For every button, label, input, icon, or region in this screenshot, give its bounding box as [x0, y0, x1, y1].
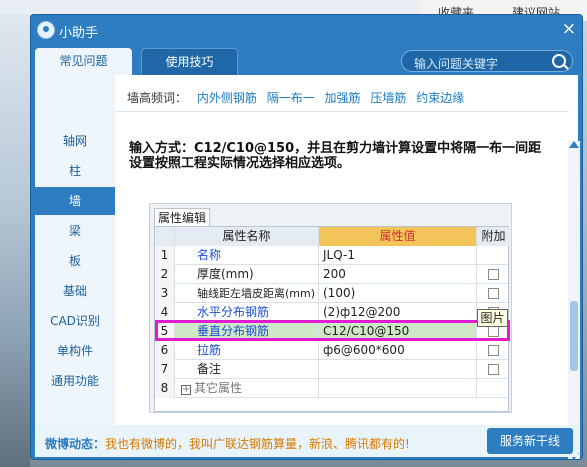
- table-row: 2 厚度(mm) 200: [155, 265, 510, 284]
- app-logo-icon: [37, 21, 55, 39]
- sidebar-item-beam[interactable]: 梁: [35, 217, 115, 245]
- sidebar-item-wall[interactable]: 墙: [35, 187, 115, 215]
- row-no: 2: [155, 265, 175, 284]
- row-name: 备注: [175, 360, 319, 379]
- sidebar: 轴网 柱 墙 梁 板 基础 CAD识别 单构件 通用功能: [35, 75, 115, 425]
- assistant-window: 小助手 × 常见问题 使用技巧 输入问题关键字 轴网 柱 墙 梁 板 基础 CA…: [30, 14, 583, 460]
- tab-tips[interactable]: 使用技巧: [141, 48, 238, 75]
- row-name: 轴线距左墙皮距离(mm): [175, 284, 319, 303]
- header-name: 属性名称: [175, 227, 319, 246]
- sidebar-item-general[interactable]: 通用功能: [35, 367, 115, 395]
- table-row: 7 备注: [155, 360, 510, 379]
- header-no: [155, 227, 175, 246]
- row-add: [477, 360, 510, 379]
- answer-content: 墙高频词： 内外侧钢筋 隔一布一 加强筋 压墙筋 约束边缘 输入方式：C12/C…: [115, 75, 578, 425]
- keyword-link[interactable]: 隔一布一: [267, 91, 315, 105]
- row-no: 6: [155, 341, 175, 360]
- checkbox[interactable]: [488, 288, 499, 299]
- instruction-text: 输入方式：C12/C10@150，并且在剪力墙计算设置中将隔一布一间距设置按照工…: [129, 141, 542, 171]
- weibo-message[interactable]: 我也有微博的，我叫广联达钢筋算量，新浪、腾讯都有的!: [105, 437, 410, 451]
- row-value: [319, 379, 477, 398]
- weibo-news[interactable]: 微博动态：我也有微博的，我叫广联达钢筋算量，新浪、腾讯都有的!: [45, 435, 410, 452]
- sidebar-item-column[interactable]: 柱: [35, 157, 115, 185]
- row-add: [477, 379, 510, 398]
- expand-icon[interactable]: +: [181, 385, 191, 395]
- header-add: 附加: [477, 227, 510, 246]
- scrollbar[interactable]: [568, 141, 580, 459]
- highlight-box: [155, 320, 510, 341]
- keyword-link[interactable]: 加强筋: [325, 91, 361, 105]
- row-value: 200: [319, 265, 477, 284]
- tab-faq[interactable]: 常见问题: [35, 48, 132, 75]
- row-value: [319, 360, 477, 379]
- close-button[interactable]: ×: [562, 19, 576, 39]
- keyword-link[interactable]: 压墙筋: [370, 91, 406, 105]
- sidebar-item-single[interactable]: 单构件: [35, 337, 115, 365]
- scroll-thumb[interactable]: [570, 301, 578, 371]
- checkbox[interactable]: [488, 345, 499, 356]
- tooltip: 图片: [477, 309, 508, 327]
- row-name-group[interactable]: + 其它属性: [175, 379, 319, 398]
- service-button[interactable]: 服务新干线: [487, 428, 573, 454]
- row-name: 名称: [175, 246, 319, 265]
- property-grid: 属性名称 属性值 附加 1 名称 JLQ-1 2 厚度(mm) 200 3 轴线…: [154, 226, 510, 412]
- row-no: 7: [155, 360, 175, 379]
- property-editor-image: 属性编辑 属性名称 属性值 附加 1 名称 JLQ-1 2 厚度(mm) 200…: [149, 203, 512, 413]
- row-name: 其它属性: [194, 381, 243, 395]
- sidebar-item-slab[interactable]: 板: [35, 247, 115, 275]
- row-add: [477, 265, 510, 284]
- row-no: 8: [155, 379, 175, 398]
- row-add: [477, 341, 510, 360]
- row-name: 厚度(mm): [175, 265, 319, 284]
- row-name: 拉筋: [175, 341, 319, 360]
- weibo-label: 微博动态：: [45, 437, 106, 451]
- header-value: 属性值: [319, 227, 477, 246]
- search-icon[interactable]: [552, 54, 566, 68]
- window-title: 小助手: [59, 26, 99, 41]
- table-row: 1 名称 JLQ-1: [155, 246, 510, 265]
- sidebar-item-cad[interactable]: CAD识别: [35, 307, 115, 335]
- scroll-up-icon[interactable]: [569, 141, 579, 148]
- row-value: JLQ-1: [319, 246, 477, 265]
- table-row: 6 拉筋 ф6@600*600: [155, 341, 510, 360]
- checkbox[interactable]: [488, 269, 499, 280]
- table-row: 3 轴线距左墙皮距离(mm) (100): [155, 284, 510, 303]
- sidebar-item-foundation[interactable]: 基础: [35, 277, 115, 305]
- row-value: ф6@600*600: [319, 341, 477, 360]
- keyword-bar: 墙高频词： 内外侧钢筋 隔一布一 加强筋 压墙筋 约束边缘: [127, 89, 470, 106]
- sidebar-item-axis[interactable]: 轴网: [35, 127, 115, 155]
- search-input[interactable]: 输入问题关键字: [414, 55, 498, 72]
- search-box[interactable]: 输入问题关键字: [401, 50, 573, 72]
- row-add: [477, 246, 510, 265]
- keyword-link[interactable]: 约束边缘: [416, 91, 464, 105]
- divider: [115, 111, 568, 112]
- table-header: 属性名称 属性值 附加: [155, 227, 510, 246]
- property-editor-tab: 属性编辑: [154, 208, 210, 226]
- keyword-label: 墙高频词：: [127, 91, 188, 105]
- table-row: 8 + 其它属性: [155, 379, 510, 398]
- title-bar: 小助手 ×: [31, 15, 582, 45]
- row-value: (100): [319, 284, 477, 303]
- main-body: 轴网 柱 墙 梁 板 基础 CAD识别 单构件 通用功能 墙高频词： 内外侧钢筋…: [35, 75, 580, 459]
- keyword-link[interactable]: 内外侧钢筋: [197, 91, 257, 105]
- checkbox[interactable]: [488, 364, 499, 375]
- desktop-wallpaper: [0, 14, 30, 467]
- row-no: 3: [155, 284, 175, 303]
- row-add: [477, 284, 510, 303]
- row-no: 1: [155, 246, 175, 265]
- footer: 微博动态：我也有微博的，我叫广联达钢筋算量，新浪、腾讯都有的! 服务新干线: [35, 425, 578, 457]
